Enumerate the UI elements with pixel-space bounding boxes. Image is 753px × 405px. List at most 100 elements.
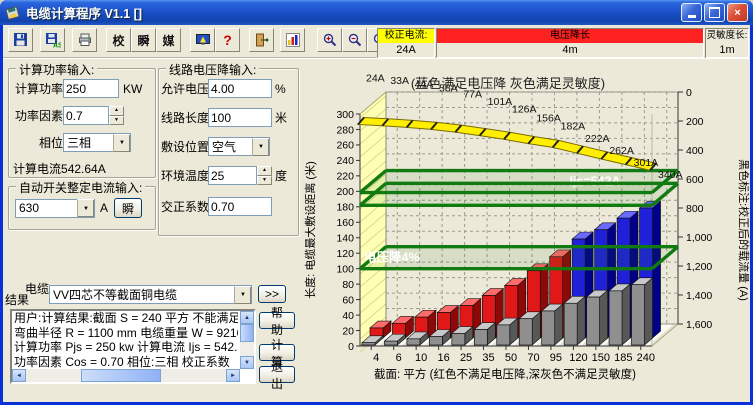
power-label: 计算功率 — [13, 80, 63, 97]
breaker-current-select[interactable]: 630 ▼ — [15, 199, 95, 218]
voltage-drop-length-value: 4m — [437, 43, 703, 57]
zoom-in-button[interactable] — [317, 28, 342, 52]
save-as-button[interactable]: AS — [40, 28, 65, 52]
ambient-temp-input[interactable] — [208, 166, 257, 185]
laying-position-label: 敷设位置 — [161, 138, 208, 155]
chevron-down-icon[interactable]: ▼ — [77, 199, 94, 217]
exit-door-button[interactable] — [249, 28, 274, 52]
minimize-button[interactable] — [681, 3, 702, 22]
svg-text:260: 260 — [336, 140, 354, 152]
spinner-up-icon[interactable]: ▲ — [257, 166, 272, 176]
power-input[interactable] — [63, 79, 119, 98]
title-bar[interactable]: 电缆计算程序 V1.1 [] × — [0, 0, 753, 25]
breaker-unit: A — [100, 201, 108, 215]
svg-text:95: 95 — [550, 352, 562, 364]
corrected-current-label: 校正电流: — [378, 29, 434, 43]
maximize-button[interactable] — [704, 3, 725, 22]
svg-text:240: 240 — [336, 155, 354, 167]
svg-text:35: 35 — [482, 352, 494, 364]
phase-select[interactable]: 三相 ▼ — [63, 133, 131, 152]
svg-text:185: 185 — [614, 352, 632, 364]
hscroll-thumb[interactable] — [81, 369, 161, 382]
svg-text:20: 20 — [342, 325, 354, 337]
close-button[interactable]: × — [727, 3, 748, 22]
power-input-group: 计算功率输入: 计算功率 KW 功率因素 ▲▼ 相位 三相 ▼ — [8, 68, 156, 178]
help-action-button[interactable]: 帮助 — [259, 312, 295, 329]
help-icon: ? — [223, 32, 232, 48]
svg-text:280: 280 — [336, 124, 354, 136]
ambient-temp-label: 环境温度 — [161, 167, 208, 184]
scroll-left-icon[interactable]: ◄ — [12, 369, 26, 382]
svg-text:1,000: 1,000 — [686, 232, 712, 244]
line-length-input[interactable] — [208, 108, 272, 127]
verify-button[interactable]: 校 — [106, 28, 131, 52]
status-voltage-drop-length: 电压降长 4m — [436, 28, 704, 58]
chevron-down-icon[interactable]: ▼ — [234, 286, 251, 304]
svg-text:101A: 101A — [488, 96, 513, 108]
correction-factor-input[interactable] — [208, 197, 272, 216]
media-label: 媒 — [162, 32, 174, 49]
expand-button[interactable]: >> — [258, 285, 286, 303]
sensitivity-length-label: 灵敏度长: — [706, 29, 748, 43]
line-length-label: 线路长度 — [161, 109, 208, 126]
media-button[interactable]: 媒 — [156, 28, 181, 52]
cable-type-select[interactable]: VV四芯不等截面铜电缆 ▼ — [49, 285, 252, 304]
svg-text:AS: AS — [53, 43, 61, 49]
chevron-down-icon[interactable]: ▼ — [252, 138, 269, 156]
vertical-scrollbar[interactable]: ▲ ▼ — [240, 311, 254, 369]
allow-drop-input[interactable] — [208, 79, 272, 98]
line-length-unit: 米 — [275, 109, 287, 126]
print-button[interactable] — [72, 28, 97, 52]
status-sensitivity-length: 灵敏度长: 1m — [705, 28, 749, 58]
zoom-in-icon — [322, 32, 338, 48]
instant-trip-button[interactable]: 瞬 — [114, 198, 142, 218]
verify-label: 校 — [112, 32, 124, 49]
save-button[interactable] — [8, 28, 33, 52]
scroll-up-icon[interactable]: ▲ — [240, 311, 254, 324]
ambient-temp-unit: 度 — [275, 167, 287, 184]
svg-text:黑色标注:校正后的载流量 (A): 黑色标注:校正后的载流量 (A) — [737, 159, 750, 301]
result-listbox[interactable]: 用户:计算结果:截面 S = 240 平方 不能满足 弯曲半径 R = 1100… — [10, 309, 256, 384]
ambient-temp-spinner[interactable]: ▲▼ — [257, 166, 272, 185]
help-button[interactable]: ? — [215, 28, 240, 52]
svg-text:0: 0 — [348, 341, 354, 353]
svg-text:800: 800 — [686, 203, 704, 215]
zoom-out-icon — [347, 32, 363, 48]
svg-text:120: 120 — [569, 352, 587, 364]
chart-button[interactable] — [280, 28, 305, 52]
svg-text:140: 140 — [336, 233, 354, 245]
laying-position-select[interactable]: 空气 ▼ — [208, 137, 270, 156]
print-icon — [77, 32, 93, 48]
svg-text:220: 220 — [336, 171, 354, 183]
svg-text:156A: 156A — [536, 113, 561, 125]
screen-button[interactable] — [190, 28, 215, 52]
svg-text:160: 160 — [336, 217, 354, 229]
breaker-current-value: 630 — [16, 201, 77, 215]
scroll-right-icon[interactable]: ► — [226, 369, 240, 382]
svg-text:1,200: 1,200 — [686, 261, 712, 273]
svg-text:182A: 182A — [561, 121, 586, 133]
exit-action-button[interactable]: 退出 — [259, 366, 295, 383]
zoom-out-button[interactable] — [342, 28, 367, 52]
scroll-down-icon[interactable]: ▼ — [240, 356, 254, 369]
svg-text:(蓝色满足电压降 灰色满足灵敏度): (蓝色满足电压降 灰色满足灵敏度) — [411, 76, 605, 91]
result-line: 用户:计算结果:截面 S = 240 平方 不能满足 — [14, 311, 238, 326]
door-exit-icon — [254, 32, 270, 48]
chevron-down-icon[interactable]: ▼ — [113, 134, 130, 152]
svg-text:10: 10 — [415, 352, 427, 364]
spinner-up-icon[interactable]: ▲ — [109, 106, 124, 116]
instant-button[interactable]: 瞬 — [131, 28, 156, 52]
chart-icon — [285, 32, 301, 48]
power-factor-input[interactable] — [63, 106, 109, 125]
horizontal-scrollbar[interactable]: ◄ ► — [12, 369, 240, 382]
window-title: 电缆计算程序 V1.1 [] — [26, 3, 679, 22]
calc-current-label: 计算电流 — [13, 160, 61, 177]
svg-text:25: 25 — [460, 352, 472, 364]
svg-text:400: 400 — [686, 145, 704, 157]
spinner-down-icon[interactable]: ▼ — [109, 116, 124, 126]
svg-text:200: 200 — [686, 116, 704, 128]
svg-text:长度: 电缆最大敷设距离 (米): 长度: 电缆最大敷设距离 (米) — [303, 161, 317, 299]
power-factor-spinner[interactable]: ▲▼ — [109, 106, 124, 125]
spinner-down-icon[interactable]: ▼ — [257, 176, 272, 186]
vscroll-thumb[interactable] — [240, 324, 254, 342]
